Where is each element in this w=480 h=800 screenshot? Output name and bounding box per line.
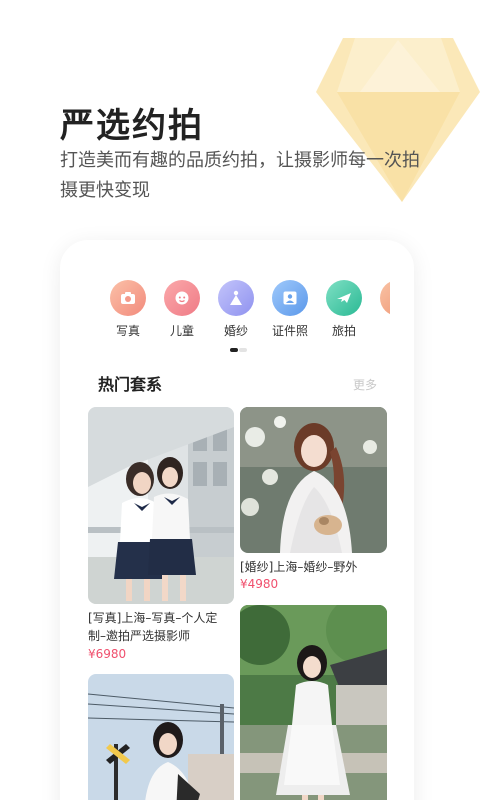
- category-row: 写真 儿童 婚纱 证件照 旅拍: [90, 280, 390, 340]
- app-preview-card: 写真 儿童 婚纱 证件照 旅拍 热门套系 更多 [写真]上海–写真–个人定制–邀…: [60, 240, 414, 800]
- package-caption[interactable]: [写真]上海–写真–个人定制–邀拍严选摄影师: [88, 609, 234, 645]
- package-price: ¥4980: [240, 577, 279, 591]
- category-label: 宠: [373, 322, 390, 339]
- indicator-dot: [239, 348, 247, 352]
- category-label: 婚纱: [223, 324, 248, 338]
- wedding-icon: [218, 280, 254, 316]
- package-image[interactable]: [240, 605, 387, 800]
- child-icon: [164, 280, 200, 316]
- package-price: ¥6980: [88, 647, 127, 661]
- more-link[interactable]: 更多: [353, 376, 377, 393]
- category-id-photo[interactable]: 证件照: [265, 280, 315, 339]
- category-label: 儿童: [169, 324, 194, 338]
- category-label: 证件照: [271, 324, 308, 338]
- category-travel[interactable]: 旅拍: [319, 280, 369, 339]
- category-children[interactable]: 儿童: [157, 280, 207, 339]
- section-title: 热门套系: [98, 375, 163, 394]
- category-wedding[interactable]: 婚纱: [211, 280, 261, 339]
- camera-icon: [110, 280, 146, 316]
- page-subtitle: 打造美而有趣的品质约拍，让摄影师每一次拍摄更快变现: [60, 150, 420, 201]
- id-photo-icon: [272, 280, 308, 316]
- package-image[interactable]: [240, 407, 387, 553]
- category-portrait[interactable]: 写真: [103, 280, 153, 339]
- page-title: 严选约拍: [60, 106, 204, 146]
- category-label: 写真: [115, 324, 140, 338]
- package-image[interactable]: [88, 674, 234, 800]
- package-caption[interactable]: [婚纱]上海–婚纱–野外: [240, 558, 386, 576]
- page-indicator: [230, 348, 247, 367]
- indicator-dot-active: [230, 348, 238, 352]
- pet-icon: [380, 280, 390, 316]
- category-pet[interactable]: 宠: [373, 280, 390, 339]
- category-label: 旅拍: [331, 324, 356, 338]
- package-image[interactable]: [88, 407, 234, 604]
- plane-icon: [326, 280, 362, 316]
